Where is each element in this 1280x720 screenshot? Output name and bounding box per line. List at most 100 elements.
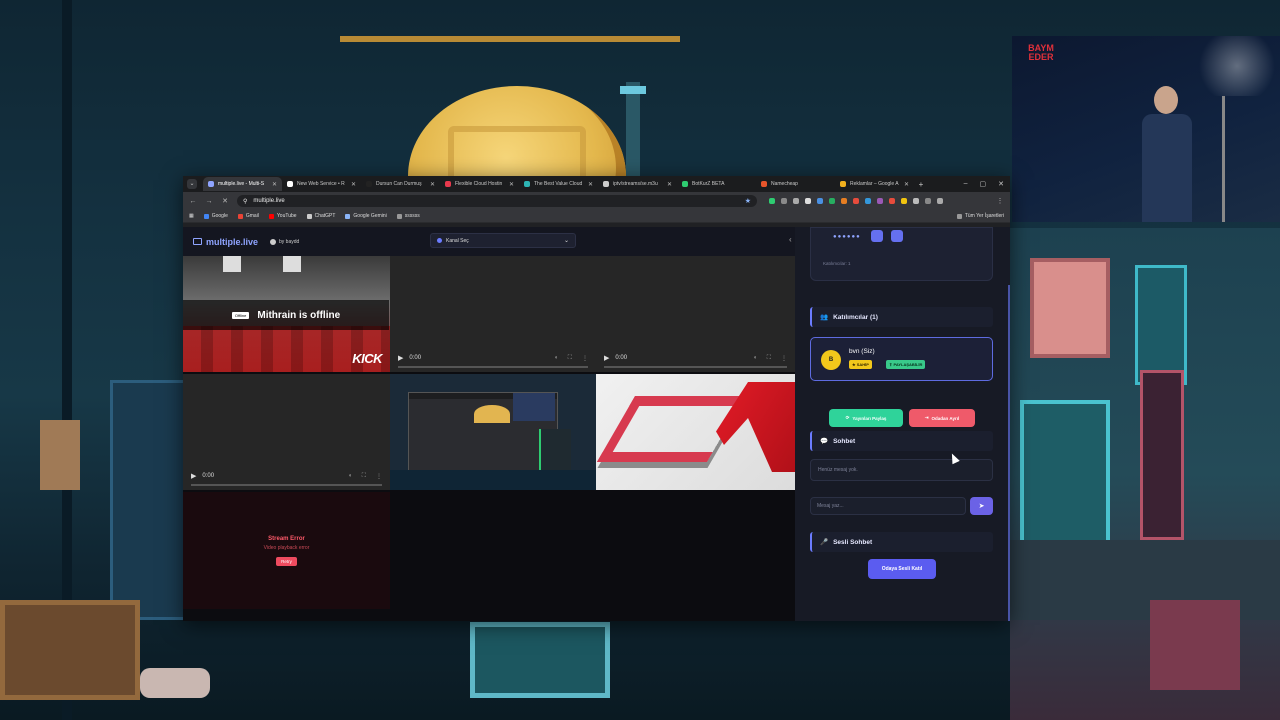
send-button[interactable]: ➤ [970,497,993,515]
collapse-panel-button[interactable]: ‹ [789,235,792,244]
fullscreen-icon[interactable]: ⛶ [767,355,771,362]
forward-icon[interactable]: → [205,198,213,205]
tab-botkurz[interactable]: BotKurZ BETA [677,177,756,191]
fullscreen-icon[interactable]: ⛶ [362,473,366,480]
minimize-icon[interactable]: – [964,180,968,188]
extension-icon[interactable] [913,198,919,204]
close-icon[interactable]: ✕ [351,181,356,188]
extension-icon[interactable] [889,198,895,204]
extension-icon[interactable] [769,198,775,204]
mute-icon[interactable]: ◖ [554,355,558,362]
stream-video-2[interactable]: ▶ 0:00 ◖ ⛶ ⋮ [390,256,596,372]
mute-icon[interactable]: ◖ [753,355,757,362]
tab-google-ads[interactable]: Reklamlar – Google A ✕ [835,177,914,191]
new-tab-button[interactable]: + [914,180,928,189]
stream-screen-share[interactable] [390,374,596,490]
chevron-down-icon: ⌄ [563,238,569,244]
progress-bar[interactable] [604,366,787,368]
close-icon[interactable]: ✕ [430,181,435,188]
bookmark-star-icon[interactable]: ★ [745,197,751,205]
copy-icon[interactable] [871,230,883,242]
join-voice-button[interactable]: Odaya Sesli Katıl [868,559,936,579]
stream-video-4[interactable]: ▶ 0:00 ◖ ⛶ ⋮ [183,374,390,490]
mute-icon[interactable]: ◖ [348,473,352,480]
bookmark-gemini[interactable]: Google Gemini [345,213,387,219]
extension-icon[interactable] [817,198,823,204]
close-icon[interactable]: ✕ [904,181,909,188]
close-window-icon[interactable]: ✕ [998,180,1004,188]
favicon-icon [524,181,530,187]
bookmark-youtube[interactable]: YouTube [268,213,297,219]
tab-hetzner[interactable]: Flexible Cloud Hostin ✕ [440,177,519,191]
extension-icon[interactable] [901,198,907,204]
stream-video-3[interactable]: ▶ 0:00 ◖ ⛶ ⋮ [596,256,795,372]
fullscreen-icon[interactable]: ⛶ [568,355,572,362]
panel-scrollbar[interactable] [1008,285,1010,621]
extension-icon[interactable] [853,198,859,204]
stream-kick[interactable]: Offline Mithrain is offline KICK [183,256,390,372]
play-icon[interactable]: ▶ [191,472,196,480]
extension-icon[interactable] [925,198,931,204]
bookmark-gmail[interactable]: Gmail [237,213,259,219]
bookmark-label: Google [211,213,228,219]
extension-icon[interactable] [829,198,835,204]
bookmark-chatgpt[interactable]: ChatGPT [306,213,335,219]
extension-icon[interactable] [877,198,883,204]
users-icon: 👥 [820,314,829,321]
more-icon[interactable]: ⋮ [582,355,588,362]
show-icon[interactable] [891,230,903,242]
play-icon[interactable]: ▶ [398,354,403,362]
back-icon[interactable]: ← [189,198,197,205]
more-icon[interactable]: ⋮ [781,355,787,362]
extension-icon[interactable] [793,198,799,204]
extension-icon[interactable] [805,198,811,204]
channel-select[interactable]: Kanal Seç ⌄ [430,233,576,248]
tab-render[interactable]: New Web Service • R ✕ [282,177,361,191]
tab-label: New Web Service • R [297,181,345,187]
play-icon[interactable]: ▶ [604,354,609,362]
address-bar[interactable]: ⚲ multiple.live ★ [237,195,757,207]
favicon-icon [761,181,767,187]
close-icon[interactable]: ✕ [667,181,672,188]
error-message: Video playback error [263,544,310,551]
extension-icon[interactable] [841,198,847,204]
menu-icon[interactable]: ⋮ [996,197,1004,205]
favicon-icon [603,181,609,187]
apps-icon[interactable]: ▦ [189,213,194,219]
close-icon[interactable]: ✕ [588,181,593,188]
progress-bar[interactable] [191,484,382,486]
all-bookmarks-button[interactable]: Tüm Yer İşaretleri [956,213,1004,219]
background-cat [140,668,210,698]
share-streams-button[interactable]: ⟳ Yayınları Paylaş [829,409,903,427]
bookmark-folder[interactable]: ssssss [396,213,420,219]
bookmark-google[interactable]: Google [203,213,228,219]
tab-cloud[interactable]: The Best Value Cloud ✕ [519,177,598,191]
extension-icon[interactable] [781,198,787,204]
site-info-icon[interactable]: ⚲ [243,198,247,205]
tab-dursun[interactable]: Dursun Can Durmuş ✕ [361,177,440,191]
tab-label: Dursun Can Durmuş [376,181,422,187]
author-link[interactable]: by baydd [270,238,299,245]
person-body [1142,114,1192,222]
more-icon[interactable]: ⋮ [376,473,382,480]
close-icon[interactable]: ✕ [509,181,514,188]
tab-multiple-live[interactable]: multiple.live - Multi-S ✕ [203,177,282,191]
site-logo[interactable]: multiple.live [193,237,258,247]
close-icon[interactable]: ✕ [272,181,277,188]
chatgpt-icon [306,213,312,219]
leave-room-button[interactable]: ⇥ Odadan Ayrıl [909,409,975,427]
maximize-icon[interactable]: ▢ [980,180,987,188]
stream-logo-video[interactable] [596,374,795,490]
extension-icon[interactable] [865,198,871,204]
retry-button[interactable]: Retry [276,556,297,566]
tab-namecheap[interactable]: Namecheap [756,177,835,191]
tab-search-button[interactable]: ⌄ [187,179,197,189]
extension-icon[interactable] [937,198,943,204]
shared-webcam [513,393,555,421]
bookmark-label: YouTube [276,213,297,219]
tab-iptv[interactable]: iptv/streams/se.m3u ✕ [598,177,677,191]
voice-chat-title: Sesli Sohbet [833,538,873,546]
message-input[interactable] [810,497,966,515]
progress-bar[interactable] [398,366,588,368]
stop-icon[interactable]: ✕ [221,197,229,205]
